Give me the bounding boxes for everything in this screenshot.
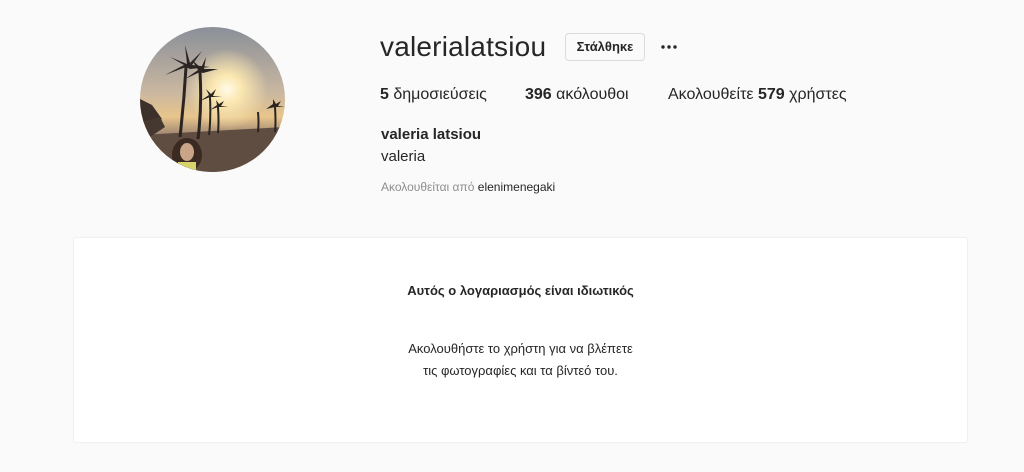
- followers-label: ακόλουθοι: [556, 86, 629, 103]
- posts-count-stat: 5 δημοσιεύσεις: [380, 86, 487, 104]
- private-account-title: Αυτός ο λογαριασμός είναι ιδιωτικός: [407, 283, 634, 298]
- profile-full-name: valeria latsiou: [381, 126, 482, 143]
- private-account-text: Ακολουθήστε το χρήστη για να βλέπετε τις…: [408, 341, 633, 378]
- request-sent-button[interactable]: Στάλθηκε: [565, 33, 645, 61]
- followers-count-stat: 396 ακόλουθοι: [525, 86, 629, 104]
- avatar-photo: [140, 27, 285, 172]
- following-count-stat: Ακολουθείτε 579 χρήστες: [668, 86, 847, 104]
- followed-by-label: Ακολουθείται από: [381, 180, 475, 194]
- more-horizontal-icon[interactable]: [660, 40, 678, 54]
- following-count: 579: [757, 86, 785, 103]
- avatar[interactable]: [140, 27, 285, 172]
- followed-by-line: Ακολουθείται από elenimenegaki: [381, 180, 555, 194]
- profile-username: valerialatsiou: [380, 31, 547, 62]
- profile-bio: valeria: [381, 148, 426, 165]
- followed-by-user-link[interactable]: elenimenegaki: [478, 180, 555, 194]
- followers-count: 396: [525, 86, 552, 103]
- posts-label: δημοσιεύσεις: [393, 86, 487, 103]
- posts-count: 5: [380, 86, 389, 103]
- following-prefix: Ακολουθείτε: [668, 86, 754, 103]
- profile-page: valerialatsiou Στάλθηκε 5 δημοσιεύσεις 3…: [0, 0, 1024, 472]
- following-suffix: χρήστες: [789, 86, 847, 103]
- private-account-notice: Αυτός ο λογαριασμός είναι ιδιωτικός Ακολ…: [73, 237, 968, 443]
